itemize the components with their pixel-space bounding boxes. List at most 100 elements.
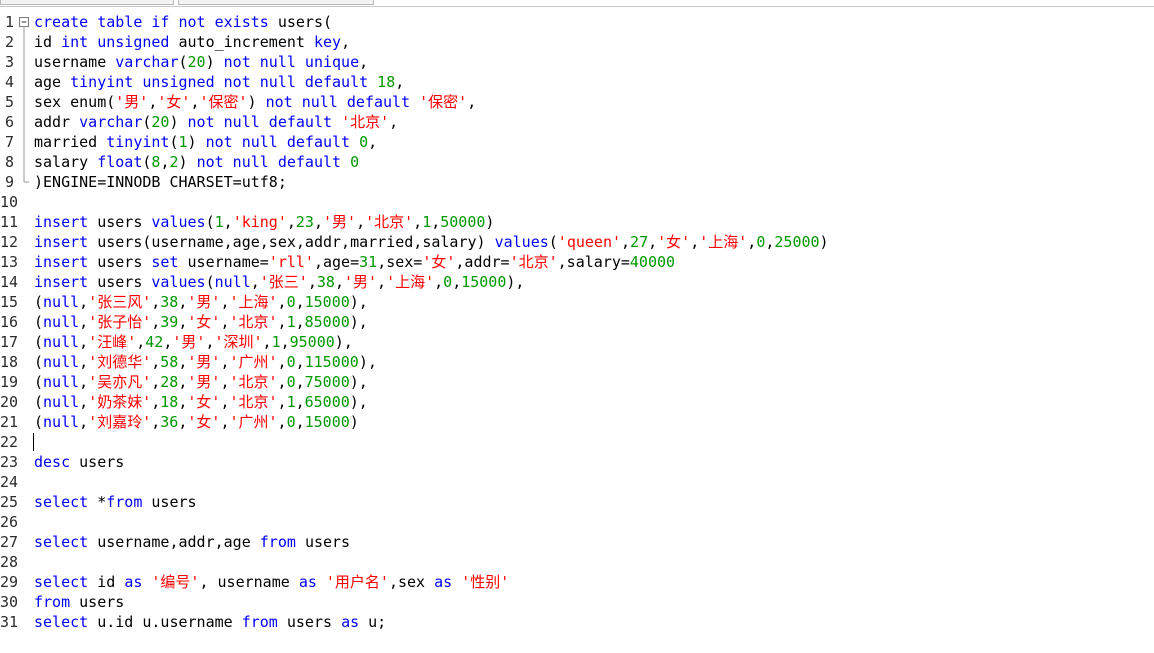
code-token: users: [151, 493, 197, 511]
code-token: 1: [422, 213, 432, 231]
code-text: create table if not exists users(: [34, 12, 332, 32]
code-line[interactable]: 31 select u.id u.username from users as u…: [0, 612, 1154, 632]
editor-tab-2[interactable]: [178, 0, 374, 5]
code-text: (null,'刘嘉玲',36,'女','广州',0,15000): [34, 412, 359, 432]
code-line[interactable]: 21 (null,'刘嘉玲',36,'女','广州',0,15000): [0, 412, 1154, 432]
code-token: from: [241, 613, 287, 631]
code-text: select u.id u.username from users as u;: [34, 612, 386, 632]
code-text: sex enum('男','女','保密') not null default …: [34, 92, 476, 112]
code-line[interactable]: 9)ENGINE=INNODB CHARSET=utf8;: [0, 172, 1154, 192]
code-token: from: [106, 493, 152, 511]
code-token: ,: [79, 393, 89, 411]
code-token: 38: [316, 273, 335, 291]
code-line[interactable]: 13 insert users set username='rll',age=31…: [0, 252, 1154, 272]
code-token: 39: [160, 313, 179, 331]
code-token: ,: [223, 213, 233, 231]
code-token: null: [43, 373, 80, 391]
code-line[interactable]: 27 select username,addr,age from users: [0, 532, 1154, 552]
code-token: '男': [187, 373, 221, 391]
code-token: 28: [160, 373, 179, 391]
code-token: 85000: [304, 313, 350, 331]
code-token: as: [434, 573, 462, 591]
fold-gutter: [18, 512, 30, 532]
code-token: ,: [79, 373, 89, 391]
line-number: 15: [0, 293, 19, 311]
code-line[interactable]: 15 (null,'张三风',38,'男','上海',0,15000),: [0, 292, 1154, 312]
code-token: (: [178, 53, 188, 71]
code-line[interactable]: 4 age tinyint unsigned not null default 1…: [0, 72, 1154, 92]
code-token: null: [43, 413, 80, 431]
code-text: desc users: [34, 452, 124, 472]
code-line[interactable]: 17 (null,'汪峰',42,'男','深圳',1,95000),: [0, 332, 1154, 352]
code-line[interactable]: 3 username varchar(20) not null unique,: [0, 52, 1154, 72]
line-number: 23: [0, 453, 19, 471]
fold-gutter: [18, 352, 30, 372]
code-token: '性别': [461, 573, 510, 591]
code-token: 1: [271, 333, 281, 351]
code-line[interactable]: 30 from users: [0, 592, 1154, 612]
code-line[interactable]: 7 married tinyint(1) not null default 0,: [0, 132, 1154, 152]
code-line[interactable]: 2 id int unsigned auto_increment key,: [0, 32, 1154, 52]
code-token: (: [34, 353, 44, 371]
code-token: '吴亦凡': [88, 373, 152, 391]
code-text: insert users values(null,'张三',38,'男','上海…: [34, 272, 524, 292]
code-token: ),: [349, 313, 368, 331]
editor-tab-1[interactable]: [0, 0, 174, 5]
code-line[interactable]: 16 (null,'张子怡',39,'女','北京',1,85000),: [0, 312, 1154, 332]
code-line[interactable]: 28: [0, 552, 1154, 572]
code-token: 'rll': [268, 253, 314, 271]
code-line[interactable]: 14 insert users values(null,'张三',38,'男','…: [0, 272, 1154, 292]
code-line[interactable]: 19 (null,'吴亦凡',28,'男','北京',0,75000),: [0, 372, 1154, 392]
code-line[interactable]: 22: [0, 432, 1154, 452]
code-token: ): [205, 53, 224, 71]
code-token: '男': [172, 333, 206, 351]
line-number: 7: [4, 133, 14, 151]
code-line[interactable]: 1 create table if not exists users(: [0, 12, 1154, 32]
code-line[interactable]: 11 insert users values(1,'king',23,'男','北…: [0, 212, 1154, 232]
code-line[interactable]: 20 (null,'奶茶妹',18,'女','北京',1,65000),: [0, 392, 1154, 412]
code-token: null: [43, 333, 80, 351]
line-number: 1: [4, 13, 14, 31]
code-line[interactable]: 12 insert users(username,age,sex,addr,mar…: [0, 232, 1154, 252]
code-token: 25000: [774, 233, 820, 251]
code-token: (: [34, 373, 44, 391]
code-token: '奶茶妹': [88, 393, 152, 411]
fold-gutter: [18, 372, 30, 392]
code-token: ): [247, 93, 266, 111]
code-text: (null,'张子怡',39,'女','北京',1,85000),: [34, 312, 368, 332]
fold-collapse-icon[interactable]: [18, 12, 30, 32]
code-line[interactable]: 23 desc users: [0, 452, 1154, 472]
fold-guide-icon: [18, 32, 30, 52]
code-token: ,: [395, 73, 405, 91]
code-line[interactable]: 26: [0, 512, 1154, 532]
code-token: '北京': [509, 253, 558, 271]
code-token: ,: [136, 333, 146, 351]
code-token: ,: [250, 273, 260, 291]
code-line[interactable]: 8 salary float(8,2) not null default 0: [0, 152, 1154, 172]
code-line[interactable]: 25 select *from users: [0, 492, 1154, 512]
code-text: (null,'张三风',38,'男','上海',0,15000),: [34, 292, 368, 312]
code-line[interactable]: 29 select id as '编号', username as '用户名',s…: [0, 572, 1154, 592]
code-token: select: [34, 613, 98, 631]
code-line[interactable]: 10: [0, 192, 1154, 212]
code-token: not null default: [196, 153, 351, 171]
code-token: users: [79, 453, 125, 471]
code-token: ,: [280, 333, 290, 351]
code-token: select: [34, 533, 98, 551]
code-text: )ENGINE=INNODB CHARSET=utf8;: [34, 172, 287, 192]
code-token: '张子怡': [88, 313, 152, 331]
code-token: '汪峰': [88, 333, 137, 351]
code-line[interactable]: 24: [0, 472, 1154, 492]
code-line[interactable]: 6 addr varchar(20) not null default '北京',: [0, 112, 1154, 132]
line-number: 22: [0, 433, 19, 451]
code-token: (: [34, 293, 44, 311]
code-token: values: [151, 213, 206, 231]
code-token: '男': [323, 213, 357, 231]
code-token: ,: [313, 213, 323, 231]
fold-gutter: [18, 192, 30, 212]
code-token: ,: [79, 413, 89, 431]
sql-code-editor[interactable]: 1 create table if not exists users(2 id in…: [0, 12, 1154, 653]
line-number: 10: [0, 193, 19, 211]
code-line[interactable]: 18 (null,'刘德华',58,'男','广州',0,115000),: [0, 352, 1154, 372]
code-line[interactable]: 5 sex enum('男','女','保密') not null default…: [0, 92, 1154, 112]
